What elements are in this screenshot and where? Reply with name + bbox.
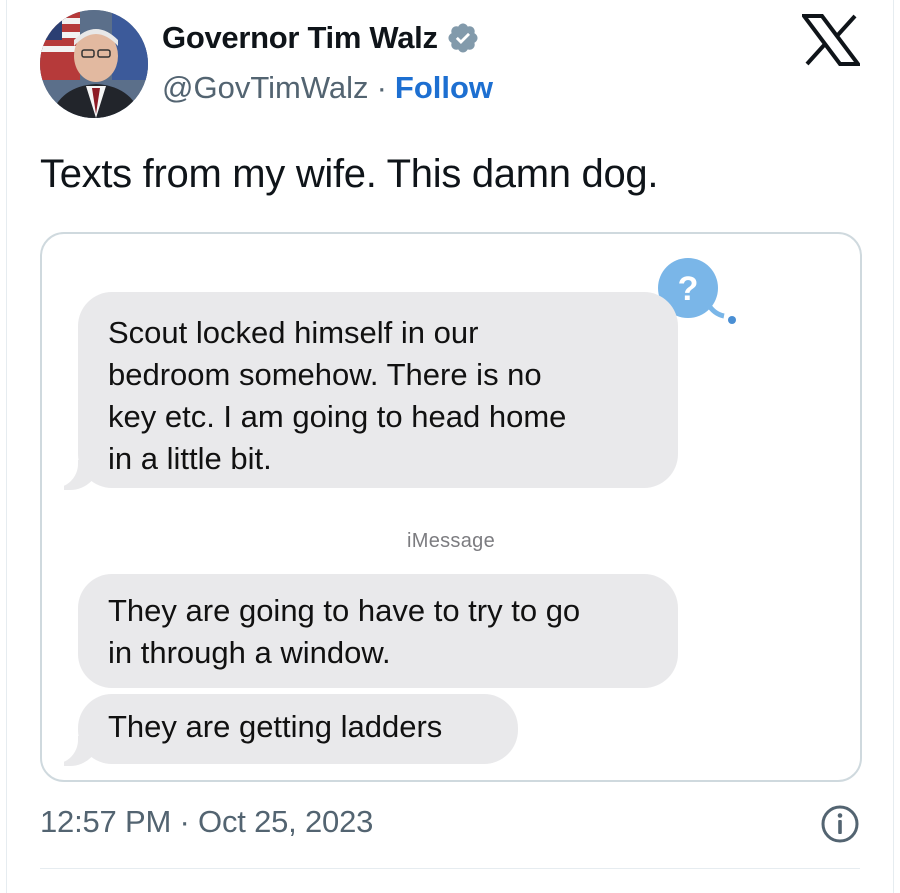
separator-dot: · [376,70,387,105]
avatar-image [40,10,148,118]
verified-badge-icon [448,23,478,53]
author-handle-row: @GovTimWalz · Follow [162,70,493,106]
follow-button[interactable]: Follow [395,70,493,106]
message-bubble: They are getting ladders [78,694,518,764]
frame-border-left [6,0,7,893]
svg-text:?: ? [678,270,699,308]
tweet-text: Texts from my wife. This damn dog. [40,152,659,196]
message-bubble: They are going to have to try to go in t… [78,574,678,688]
x-logo-icon[interactable] [802,14,860,66]
frame-border-right [893,0,894,893]
imessage-label: iMessage [407,530,495,552]
author-display-name[interactable]: Governor Tim Walz [162,20,438,56]
tweet-timestamp[interactable]: 12:57 PM · Oct 25, 2023 [40,804,373,840]
author-handle[interactable]: @GovTimWalz [162,70,369,106]
tweet-media-image[interactable]: ? Scout locked himself in our bedroom so… [40,232,862,782]
message-bubble: Scout locked himself in our bedroom some… [78,292,678,488]
avatar[interactable] [40,10,148,118]
author-display-name-row[interactable]: Governor Tim Walz [162,20,480,56]
info-icon[interactable] [820,804,860,844]
divider [40,868,860,869]
